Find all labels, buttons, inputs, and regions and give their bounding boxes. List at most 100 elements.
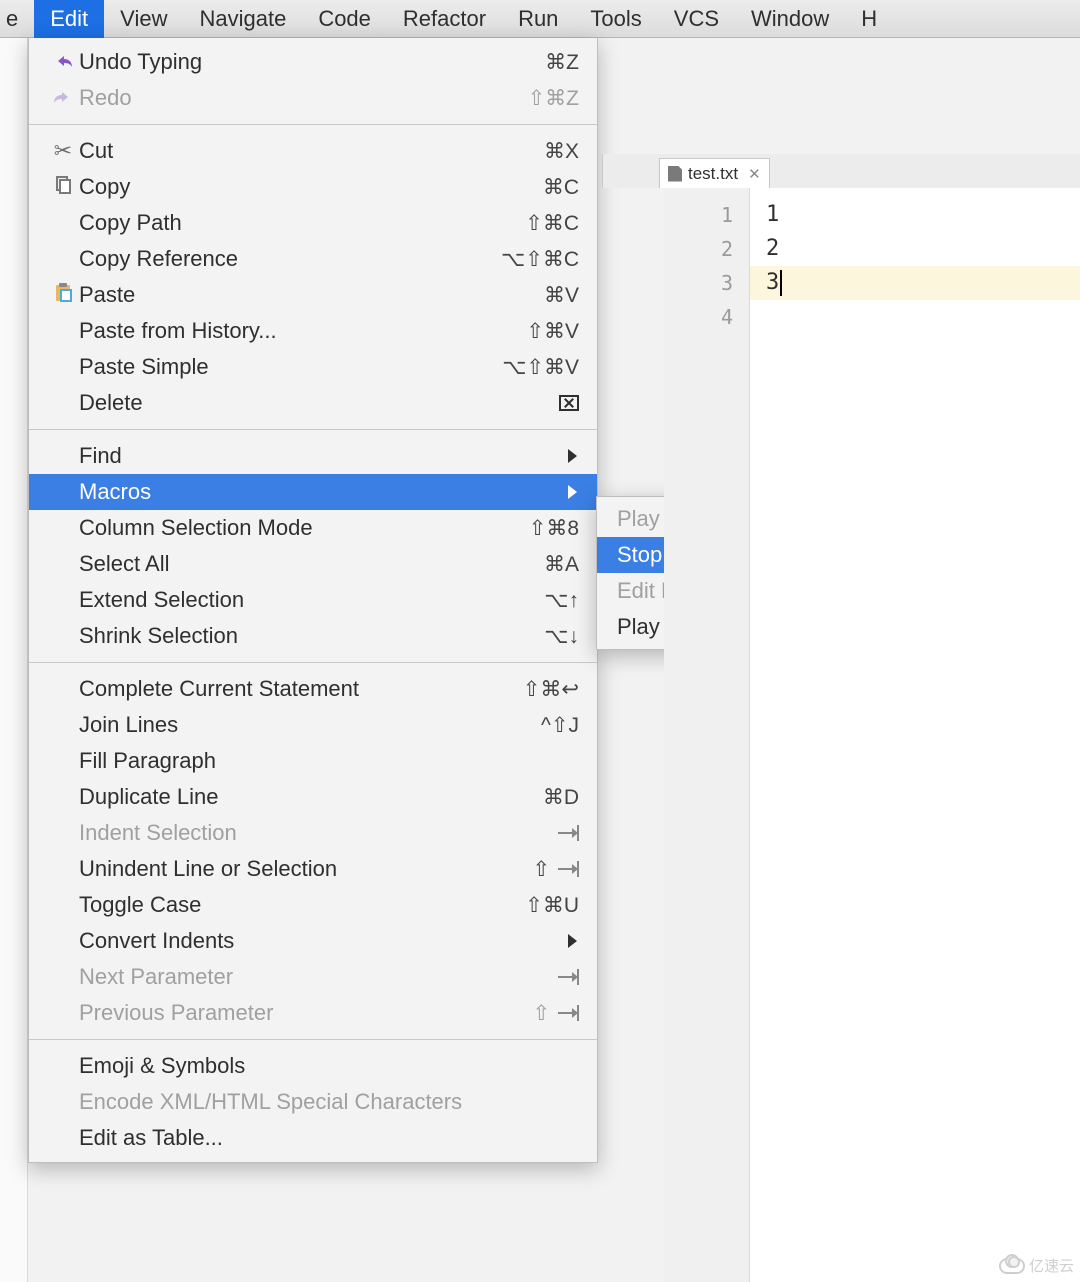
menu-complete-current-statement[interactable]: Complete Current Statement ⇧⌘↩ [29, 671, 597, 707]
menubar-item-refactor[interactable]: Refactor [387, 0, 502, 38]
menu-indent-selection: Indent Selection [29, 815, 597, 851]
menu-shortcut: ⇧⌘Z [528, 86, 579, 111]
menu-label: Indent Selection [79, 820, 558, 846]
menu-shortcut [559, 395, 579, 411]
menu-cut[interactable]: ✂ Cut ⌘X [29, 133, 597, 169]
menu-shortcut: ⌘A [544, 552, 579, 577]
menu-macros[interactable]: Macros [29, 474, 597, 510]
menubar-item-window[interactable]: Window [735, 0, 845, 38]
menu-shortcut: ⌘Z [545, 50, 579, 75]
menubar-item-navigate[interactable]: Navigate [183, 0, 302, 38]
menu-column-selection-mode[interactable]: Column Selection Mode ⇧⌘8 [29, 510, 597, 546]
editor-tab[interactable]: test.txt ✕ [659, 158, 770, 188]
menu-label: Convert Indents [79, 928, 560, 954]
menu-undo-typing[interactable]: Undo Typing ⌘Z [29, 44, 597, 80]
separator [29, 124, 597, 125]
menu-label: Unindent Line or Selection [79, 856, 533, 882]
menu-shortcut: ⇧⌘C [525, 211, 579, 236]
menu-shortcut: ⌥↓ [544, 624, 579, 649]
separator [29, 662, 597, 663]
menubar-item-tools[interactable]: Tools [574, 0, 657, 38]
menu-join-lines[interactable]: Join Lines ^⇧J [29, 707, 597, 743]
menu-copy-path[interactable]: Copy Path ⇧⌘C [29, 205, 597, 241]
menu-unindent-line[interactable]: Unindent Line or Selection ⇧ [29, 851, 597, 887]
menu-shortcut: ^⇧J [541, 713, 579, 738]
menu-extend-selection[interactable]: Extend Selection ⌥↑ [29, 582, 597, 618]
menu-shortcut: ⌥⇧⌘V [502, 355, 579, 380]
redo-icon [53, 85, 73, 111]
menubar-item-code[interactable]: Code [302, 0, 387, 38]
line-number: 3 [664, 266, 749, 300]
indent-right-icon [558, 1012, 576, 1014]
menu-select-all[interactable]: Select All ⌘A [29, 546, 597, 582]
menu-shortcut: ⌘C [543, 175, 579, 200]
menu-label: Edit as Table... [79, 1125, 579, 1151]
menu-emoji-symbols[interactable]: Emoji & Symbols [29, 1048, 597, 1084]
text-file-icon [668, 166, 682, 182]
edit-dropdown: Undo Typing ⌘Z Redo ⇧⌘Z ✂ Cut ⌘X Copy ⌘C… [28, 38, 598, 1163]
scissors-icon: ✂ [54, 138, 72, 164]
menu-shortcut: ⇧ [533, 1001, 579, 1026]
menubar-item-edit[interactable]: Edit [34, 0, 104, 38]
menu-shrink-selection[interactable]: Shrink Selection ⌥↓ [29, 618, 597, 654]
menu-shortcut: ⌥↑ [544, 588, 579, 613]
menu-delete[interactable]: Delete [29, 385, 597, 421]
menu-redo: Redo ⇧⌘Z [29, 80, 597, 116]
menu-label: Extend Selection [79, 587, 544, 613]
indent-right-icon [558, 976, 576, 978]
menu-copy-reference[interactable]: Copy Reference ⌥⇧⌘C [29, 241, 597, 277]
menubar-item-view[interactable]: View [104, 0, 183, 38]
menu-shortcut: ⌘D [543, 785, 579, 810]
menu-label: Encode XML/HTML Special Characters [79, 1089, 579, 1115]
menu-label: Paste from History... [79, 318, 526, 344]
menu-paste-from-history[interactable]: Paste from History... ⇧⌘V [29, 313, 597, 349]
menu-label: Undo Typing [79, 49, 545, 75]
indent-right-icon [558, 832, 576, 834]
watermark: 亿速云 [999, 1255, 1074, 1276]
menu-copy[interactable]: Copy ⌘C [29, 169, 597, 205]
menu-label: Fill Paragraph [79, 748, 579, 774]
menubar-item-run[interactable]: Run [502, 0, 574, 38]
menu-edit-as-table[interactable]: Edit as Table... [29, 1120, 597, 1156]
tab-filename: test.txt [688, 164, 738, 184]
separator [29, 1039, 597, 1040]
menubar-item-help-partial[interactable]: H [845, 0, 893, 38]
editor-tab-strip: test.txt ✕ [602, 154, 1080, 188]
menu-shortcut: ⇧⌘↩ [523, 677, 579, 702]
menu-duplicate-line[interactable]: Duplicate Line ⌘D [29, 779, 597, 815]
editor-line [750, 300, 1080, 334]
menu-encode-xml: Encode XML/HTML Special Characters [29, 1084, 597, 1120]
menu-label: Macros [79, 479, 560, 505]
menu-toggle-case[interactable]: Toggle Case ⇧⌘U [29, 887, 597, 923]
menu-shortcut: ⇧⌘U [525, 893, 579, 918]
menu-label: Paste Simple [79, 354, 502, 380]
menu-label: Delete [79, 390, 559, 416]
menu-paste[interactable]: Paste ⌘V [29, 277, 597, 313]
editor-area[interactable]: 1 2 3 [750, 188, 1080, 1282]
menu-label: Redo [79, 85, 528, 111]
menu-label: Next Parameter [79, 964, 558, 990]
menu-find[interactable]: Find [29, 438, 597, 474]
menu-shortcut [558, 969, 579, 985]
editor-gutter: 1 2 3 4 [664, 188, 750, 1282]
menubar-item-partial[interactable]: e [0, 0, 34, 38]
menu-label: Emoji & Symbols [79, 1053, 579, 1079]
editor-line: 1 [750, 198, 1080, 232]
menu-fill-paragraph[interactable]: Fill Paragraph [29, 743, 597, 779]
menubar-item-vcs[interactable]: VCS [658, 0, 735, 38]
copy-icon [54, 174, 72, 200]
close-tab-icon[interactable]: ✕ [748, 165, 761, 183]
left-panel-sliver [0, 38, 28, 1282]
menu-label: Copy Path [79, 210, 525, 236]
menu-label: Cut [79, 138, 544, 164]
menu-label: Toggle Case [79, 892, 525, 918]
menu-paste-simple[interactable]: Paste Simple ⌥⇧⌘V [29, 349, 597, 385]
indent-right-icon [558, 868, 576, 870]
menu-next-parameter: Next Parameter [29, 959, 597, 995]
menu-label: Join Lines [79, 712, 541, 738]
separator [29, 429, 597, 430]
menu-convert-indents[interactable]: Convert Indents [29, 923, 597, 959]
cloud-icon [999, 1258, 1025, 1274]
menu-label: Column Selection Mode [79, 515, 529, 541]
line-number: 2 [664, 232, 749, 266]
